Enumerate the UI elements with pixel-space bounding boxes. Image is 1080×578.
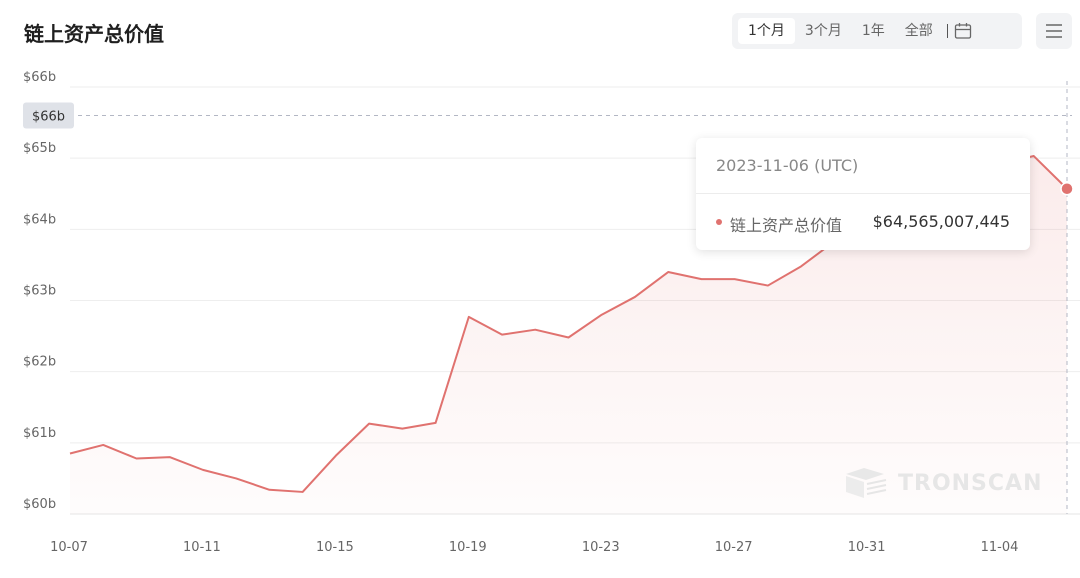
tronscan-watermark: TRONSCAN xyxy=(842,466,1043,500)
tronscan-logo-icon xyxy=(846,468,887,498)
crosshair-label: $66b xyxy=(32,109,65,124)
y-tick-label: $60b xyxy=(23,497,56,512)
x-tick-label: 11-04 xyxy=(981,540,1019,555)
y-tick-label: $61b xyxy=(23,426,56,441)
tooltip-divider xyxy=(696,193,1030,194)
y-tick-label: $66b xyxy=(23,70,56,85)
data-tooltip: 2023-11-06 (UTC) 链上资产总价值 $64,565,007,445 xyxy=(696,138,1030,250)
y-tick-label: $63b xyxy=(23,284,56,299)
tooltip-series-label: 链上资产总价值 xyxy=(730,216,843,235)
x-tick-label: 10-19 xyxy=(449,540,487,555)
y-tick-label: $65b xyxy=(23,141,56,156)
x-tick-label: 10-27 xyxy=(715,540,753,555)
watermark-text: TRONSCAN xyxy=(898,470,1043,496)
y-tick-label: $64b xyxy=(23,212,56,227)
x-tick-label: 10-07 xyxy=(50,540,88,555)
y-tick-label: $62b xyxy=(23,355,56,370)
x-tick-label: 10-31 xyxy=(848,540,886,555)
x-tick-label: 10-23 xyxy=(582,540,620,555)
highlighted-data-point xyxy=(1060,182,1074,196)
tooltip-value: $64,565,007,445 xyxy=(872,212,1010,231)
x-tick-label: 10-15 xyxy=(316,540,354,555)
x-tick-label: 10-11 xyxy=(183,540,221,555)
tooltip-series-marker xyxy=(716,219,722,225)
tooltip-date: 2023-11-06 (UTC) xyxy=(716,156,859,175)
